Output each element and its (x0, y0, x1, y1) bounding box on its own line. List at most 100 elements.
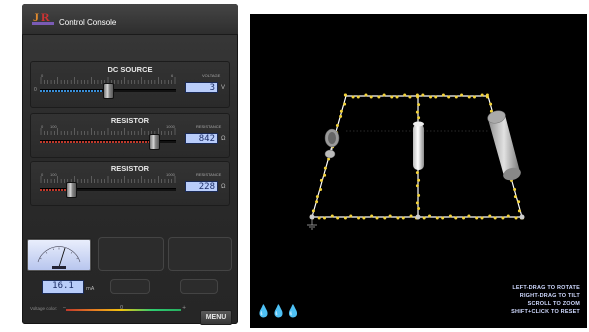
electron (517, 209, 521, 213)
readout-slot-3 (180, 279, 218, 294)
electron (514, 216, 518, 220)
hint-zoom: SCROLL TO ZOOM (527, 301, 580, 307)
resistor-middle-component[interactable] (413, 121, 424, 171)
electron (428, 214, 432, 218)
r2-resistance-caption: RESISTANCE (196, 172, 222, 177)
electron (323, 173, 327, 177)
electron (383, 216, 387, 220)
electron (454, 216, 458, 220)
r1-slider-thumb[interactable] (149, 135, 159, 149)
electron (421, 93, 425, 97)
electron (472, 95, 476, 99)
panel-header: J R Control Console (22, 4, 238, 35)
electron (506, 214, 510, 218)
jr-logo-icon: J R (32, 10, 54, 25)
electron (408, 95, 412, 99)
electron (323, 166, 327, 170)
electron (317, 216, 321, 220)
electron (517, 200, 521, 204)
electron (319, 178, 323, 182)
svg-text:J: J (33, 10, 39, 24)
electron (323, 216, 327, 220)
dc-ticks (40, 77, 176, 84)
electron (369, 95, 373, 99)
electron (382, 93, 386, 97)
r1-resistance-value[interactable]: 842 (185, 133, 218, 144)
r1-slider-fill (40, 141, 155, 143)
voltage-value[interactable]: 3 (185, 82, 218, 93)
control-panel: J R Control Console DC SOURCE 0 6 0 VOLT… (22, 4, 238, 325)
voltage-caption: VOLTAGE (202, 73, 221, 78)
r2-slider-track[interactable] (40, 188, 176, 191)
instrument-slot-3[interactable] (168, 237, 232, 271)
voltage-color-scale (66, 309, 181, 311)
dc-slider-thumb[interactable] (103, 84, 113, 98)
ammeter-dial (37, 246, 81, 269)
electron (362, 216, 366, 220)
electron (417, 193, 421, 197)
r2-slider-thumb[interactable] (66, 183, 76, 197)
electron (435, 216, 439, 220)
electron (349, 214, 353, 218)
electron (460, 93, 464, 97)
hint-tilt: RIGHT-DRAG TO TILT (519, 293, 580, 299)
electron (370, 214, 374, 218)
electron (488, 214, 492, 218)
electron (448, 214, 452, 218)
r2-resistance-value[interactable]: 228 (185, 181, 218, 192)
svg-text:R: R (41, 10, 50, 24)
menu-button[interactable]: MENU (200, 310, 232, 325)
electron (422, 216, 426, 220)
electron (467, 214, 471, 218)
r2-ticks (40, 176, 176, 183)
dc-min-mark: 0 (34, 87, 37, 93)
current-unit: mA (86, 286, 95, 292)
electron (493, 216, 497, 220)
readout-slot-2 (110, 279, 150, 294)
water-drops-icon[interactable]: 💧💧💧 (256, 304, 301, 318)
electron (462, 216, 466, 220)
electron (343, 216, 347, 220)
electron (447, 95, 451, 99)
voltage-color-zero: 0 (120, 305, 124, 311)
r1-ticks (40, 128, 176, 135)
electron (388, 214, 392, 218)
electron (441, 216, 445, 220)
electron (441, 93, 445, 97)
r1-resistance-unit: Ω (221, 136, 226, 142)
electron (403, 93, 407, 97)
voltage-color-label: Voltage color: (30, 306, 58, 311)
electron (417, 178, 421, 182)
electron (485, 93, 489, 97)
circuit-viewport[interactable]: LEFT-DRAG TO ROTATE RIGHT-DRAG TO TILT S… (250, 14, 587, 328)
voltage-unit: V (221, 85, 226, 91)
electron (315, 195, 319, 199)
electron (375, 216, 379, 220)
electron (467, 95, 471, 99)
electron (364, 93, 368, 97)
resistor-right-component[interactable] (486, 109, 522, 182)
electron (513, 195, 517, 199)
electron (434, 95, 438, 99)
electron (401, 216, 405, 220)
ammeter-gauge-icon[interactable] (27, 239, 91, 271)
electron (513, 188, 517, 192)
electron (396, 216, 400, 220)
electron (417, 103, 421, 107)
electron (311, 209, 315, 213)
ground-icon (307, 219, 317, 230)
electron (315, 200, 319, 204)
electron (480, 216, 484, 220)
hint-reset: SHIFT+CLICK TO RESET (511, 309, 580, 315)
electron (356, 95, 360, 99)
battery-component[interactable] (324, 128, 340, 159)
electron (335, 123, 339, 127)
electron (343, 93, 347, 97)
electron (429, 95, 433, 99)
dc-source-title: DC SOURCE (107, 65, 153, 74)
electron (501, 216, 505, 220)
instrument-slot-2[interactable] (98, 237, 164, 271)
electron (377, 95, 381, 99)
hint-rotate: LEFT-DRAG TO ROTATE (512, 285, 580, 291)
electron (339, 109, 343, 113)
